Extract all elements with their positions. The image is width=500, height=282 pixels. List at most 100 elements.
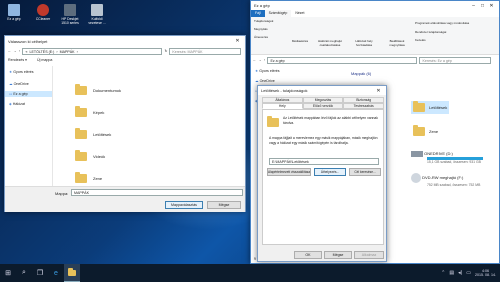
back-icon[interactable]: ← [253,58,256,62]
close-icon[interactable]: ✕ [487,1,496,11]
drive-item-dvd[interactable]: DVD-RW meghajtó (F:) 752 MB szabad, össz… [411,173,499,187]
organize-button[interactable]: Rendezés ▾ [8,57,27,64]
list-item[interactable]: Letöltések [75,123,121,145]
dialog-footer: Mappa: MAPPÁK Mappaválasztás Mégse [5,186,245,212]
list-item[interactable]: Dokumentumok [75,79,121,101]
explorer-nav-onedrive[interactable]: ☁ OneDrive [251,78,303,84]
dialog-nav-item-this-pc[interactable]: ▭ Ez a gép [5,91,52,97]
notifications-icon[interactable]: ▭ [466,270,471,276]
dialog-nav-item-network[interactable]: ◈ Hálózat [5,101,52,107]
drive-item-onedrive[interactable]: ONEDRIVE (D:) 15,1 GB szabad, összesen: … [411,151,499,164]
address-bar[interactable]: « LETÖLTÉS (E:) › MAPPÁK › [22,47,163,55]
ribbon-media-access[interactable]: Médiaelérés [289,39,311,43]
dialog-nav-pane: ★ Gyors elérés ☁ OneDrive ▭ Ez a gép ◈ H… [5,66,53,186]
dialog-cancel-button[interactable]: Mégse [207,201,241,209]
folder-name-input[interactable]: MAPPÁK [71,189,243,196]
properties-title: Letöltések - tulajdonságok [261,88,308,93]
ccleaner-icon [37,4,49,16]
folder-icon [75,105,87,117]
list-item[interactable]: Videók [75,145,121,167]
folder-icon [413,101,425,112]
tab-computer[interactable]: Számítógép [264,10,292,17]
folder-icon [75,83,87,95]
folder-icon [267,116,279,127]
file-explorer-icon[interactable] [64,264,80,282]
ribbon: Tulajdonságok Megnyitás Átnevezés Médiae… [251,17,499,55]
search-icon[interactable]: ⌕ [16,264,32,282]
dialog-nav-item-quick-access[interactable]: ★ Gyors elérés [5,69,52,75]
explorer-address-bar[interactable]: Ez a gép [267,56,418,64]
desktop-icon-this-pc[interactable]: Ez a gép [3,4,25,21]
location-description: A mappa fájljait a merevlemez egy másik … [269,136,378,145]
ribbon-add-network-location[interactable]: Hálózati hely hozzáadása [349,39,379,47]
move-button[interactable]: Áthelyezés... [314,168,346,176]
ribbon-uninstall[interactable]: Programok eltávolítása vagy módosítása [415,21,499,25]
explorer-titlebar: Ez a gép – □ ✕ [251,1,499,10]
cloud-icon: ☁ [255,79,259,83]
dialog-search-input[interactable]: Keresés: MAPPÁK [169,47,242,55]
tab-view[interactable]: Nézet [291,10,308,17]
ribbon-open-settings[interactable]: Beállítások megnyitása [383,39,411,47]
forward-icon[interactable]: → [258,58,261,62]
ribbon-rename[interactable]: Átnevezés [254,35,268,39]
close-icon[interactable]: ✕ [233,36,242,46]
explorer-navbar: ← → ↑ Ez a gép Keresés: Ez a gép [251,55,499,65]
ribbon-open[interactable]: Megnyitás [254,27,268,31]
document-icon [91,4,103,16]
desktop-icon-hp-deskjet[interactable]: HP Deskjet 1510 series [59,4,81,25]
ribbon-manage[interactable]: Kezelés [415,38,426,42]
minimize-icon[interactable]: – [469,1,478,11]
edge-icon[interactable]: e [48,264,64,282]
list-item[interactable]: Képek [75,101,121,123]
folder-icon [75,149,87,161]
ok-button[interactable]: OK [294,251,322,259]
select-folder-button[interactable]: Mappaválasztás [165,201,203,209]
chevron-up-icon[interactable]: ⌃ [441,270,445,276]
location-path-input[interactable]: E:\MAPPÁK\Letöltések [269,158,379,165]
task-view-icon[interactable]: ❐ [32,264,48,282]
network-icon[interactable]: ▤ [449,270,454,276]
desktop-icon-shortcut[interactable]: Kulfoldi vezetese ... [86,4,108,25]
desktop-icon-ccleaner[interactable]: CCleaner [32,4,54,21]
cloud-icon: ☁ [9,82,13,86]
forward-icon[interactable]: → [13,49,16,53]
dialog-title: Válasszon ki célhelyet [8,38,48,44]
maximize-icon[interactable]: □ [478,1,487,11]
disc-icon [411,173,421,183]
dialog-folder-list: Dokumentumok Képek Letöltések Videók Zen… [75,79,121,189]
volume-icon[interactable]: ◂) [458,270,462,276]
taskbar: ⊞ ⌕ ❐ e ⌃ ▤ ◂) ▭ 4:06 2015. 08. 14. [0,264,500,282]
ribbon-properties[interactable]: Tulajdonságok [254,19,273,23]
close-icon[interactable]: ✕ [374,86,383,96]
star-icon: ★ [9,70,13,74]
new-folder-button[interactable]: Új mappa [37,57,52,64]
folder-item-music[interactable]: Zene [411,125,440,138]
folder-item-downloads[interactable]: Letöltések [411,101,450,114]
clock[interactable]: 4:06 2015. 08. 14. [475,269,496,278]
up-icon[interactable]: ↑ [264,58,266,62]
restore-default-button[interactable]: Alapértelmezett visszaállítása [267,168,311,176]
explorer-title: Ez a gép [254,3,270,8]
section-header: Mappák (6) [351,71,372,76]
explorer-search-input[interactable]: Keresés: Ez a gép [419,56,492,64]
find-target-button[interactable]: Cél keresése... [349,168,381,176]
apply-button[interactable]: Alkalmaz [354,251,384,259]
star-icon: ★ [255,69,259,73]
cancel-button[interactable]: Mégse [324,251,352,259]
location-info-text: Az Letöltések mappában lévő fájlok az al… [283,116,378,125]
start-icon[interactable]: ⊞ [0,264,16,282]
properties-dialog: Letöltések - tulajdonságok ✕ Általános M… [257,85,387,262]
ribbon-map-drive[interactable]: Hálózati meghajtó csatlakoztatása [315,39,345,47]
ribbon-system-properties[interactable]: Rendszer tulajdonságai [415,30,446,34]
refresh-icon[interactable]: ↻ [164,49,167,53]
dialog-nav-item-onedrive[interactable]: ☁ OneDrive [5,81,52,87]
folder-picker-dialog: Válasszon ki célhelyet ✕ ← → ↑ « LETÖLTÉ… [4,35,246,212]
tab-file[interactable]: Fájl [251,10,265,17]
back-icon[interactable]: ← [8,49,11,53]
folder-icon [413,125,425,136]
location-tab-panel: Az Letöltések mappában lévő fájlok az al… [262,109,384,245]
computer-icon [8,4,20,16]
up-icon[interactable]: ↑ [19,49,21,53]
computer-icon: ▭ [9,92,13,96]
explorer-nav-quick-access[interactable]: ★ Gyors elérés [251,68,303,74]
